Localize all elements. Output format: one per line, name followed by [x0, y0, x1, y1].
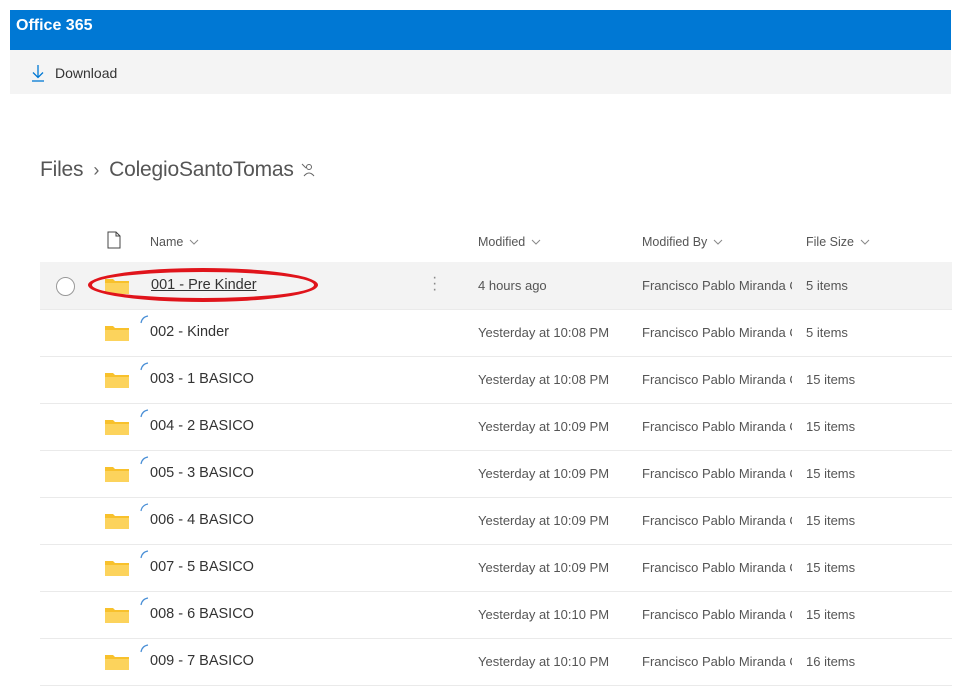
folder-name[interactable]: 001 - Pre Kinder	[151, 277, 257, 293]
new-item-icon	[140, 597, 149, 606]
table-row[interactable]: 002 - Kinder Yesterday at 10:08 PM Franc…	[40, 309, 952, 357]
modified-cell: Yesterday at 10:09 PM	[478, 560, 610, 575]
folder-icon	[105, 514, 129, 529]
file-size-cell: 5 items	[806, 278, 848, 293]
folder-name[interactable]: 008 - 6 BASICO	[150, 606, 254, 622]
more-options-icon[interactable]: · · ·	[432, 270, 440, 298]
table-row[interactable]: 008 - 6 BASICO Yesterday at 10:10 PM Fra…	[40, 591, 952, 639]
modified-by-cell: Francisco Pablo Miranda C	[642, 466, 792, 481]
modified-by-cell: Francisco Pablo Miranda C	[642, 419, 792, 434]
folder-name[interactable]: 009 - 7 BASICO	[150, 653, 254, 669]
file-size-cell: 16 items	[806, 654, 856, 669]
file-type-icon	[107, 231, 121, 249]
column-header-file-size[interactable]: File Size	[806, 235, 870, 249]
table-row[interactable]: 006 - 4 BASICO Yesterday at 10:09 PM Fra…	[40, 497, 952, 545]
modified-cell: 4 hours ago	[478, 278, 547, 293]
shared-icon	[301, 163, 315, 177]
modified-cell: Yesterday at 10:10 PM	[478, 654, 610, 669]
folder-icon	[105, 420, 129, 435]
column-header-modified[interactable]: Modified	[478, 235, 541, 249]
download-button[interactable]: Download	[30, 62, 117, 84]
column-header-name[interactable]: Name	[150, 235, 199, 249]
folder-name[interactable]: 003 - 1 BASICO	[150, 371, 254, 387]
download-icon	[32, 65, 44, 82]
folder-icon	[105, 326, 129, 341]
new-item-icon	[140, 315, 149, 324]
modified-cell: Yesterday at 10:10 PM	[478, 607, 610, 622]
modified-by-cell: Francisco Pablo Miranda C	[642, 325, 792, 340]
breadcrumb: Files › ColegioSantoTomas	[40, 158, 316, 182]
new-item-icon	[140, 456, 149, 465]
modified-by-cell: Francisco Pablo Miranda C	[642, 513, 792, 528]
folder-name[interactable]: 004 - 2 BASICO	[150, 418, 254, 434]
file-size-cell: 5 items	[806, 325, 848, 340]
folder-icon	[105, 467, 129, 482]
breadcrumb-current[interactable]: ColegioSantoTomas	[109, 158, 294, 182]
table-row[interactable]: 005 - 3 BASICO Yesterday at 10:09 PM Fra…	[40, 450, 952, 498]
folder-name[interactable]: 007 - 5 BASICO	[150, 559, 254, 575]
folder-name[interactable]: 002 - Kinder	[150, 324, 229, 340]
new-item-icon	[140, 644, 149, 653]
table-row[interactable]: 009 - 7 BASICO Yesterday at 10:10 PM Fra…	[40, 638, 952, 686]
folder-icon	[105, 373, 129, 388]
row-select-checkbox[interactable]	[56, 277, 75, 296]
file-size-cell: 15 items	[806, 466, 856, 481]
chevron-down-icon	[189, 239, 199, 245]
top-bar: Office 365	[10, 10, 951, 50]
modified-by-cell: Francisco Pablo Miranda C	[642, 278, 792, 293]
breadcrumb-files[interactable]: Files	[40, 158, 84, 182]
file-size-cell: 15 items	[806, 513, 856, 528]
file-size-cell: 15 items	[806, 607, 856, 622]
modified-cell: Yesterday at 10:09 PM	[478, 419, 610, 434]
new-item-icon	[140, 362, 149, 371]
list-header: Name Modified Modified By File Size	[40, 228, 952, 258]
folder-icon	[105, 279, 129, 294]
new-item-icon	[140, 409, 149, 418]
modified-cell: Yesterday at 10:09 PM	[478, 466, 610, 481]
file-size-cell: 15 items	[806, 419, 856, 434]
folder-icon	[105, 561, 129, 576]
chevron-down-icon	[713, 239, 723, 245]
folder-icon	[105, 655, 129, 670]
chevron-down-icon	[531, 239, 541, 245]
modified-by-cell: Francisco Pablo Miranda C	[642, 607, 792, 622]
modified-cell: Yesterday at 10:08 PM	[478, 325, 610, 340]
table-row[interactable]: 007 - 5 BASICO Yesterday at 10:09 PM Fra…	[40, 544, 952, 592]
column-header-modified-by[interactable]: Modified By	[642, 235, 723, 249]
modified-cell: Yesterday at 10:08 PM	[478, 372, 610, 387]
folder-name[interactable]: 005 - 3 BASICO	[150, 465, 254, 481]
table-row[interactable]: 001 - Pre Kinder · · · 4 hours ago Francis…	[40, 262, 952, 310]
modified-by-cell: Francisco Pablo Miranda C	[642, 654, 792, 669]
table-row[interactable]: 003 - 1 BASICO Yesterday at 10:08 PM Fra…	[40, 356, 952, 404]
modified-by-cell: Francisco Pablo Miranda C	[642, 372, 792, 387]
folder-name[interactable]: 006 - 4 BASICO	[150, 512, 254, 528]
app-title[interactable]: Office 365	[16, 17, 92, 35]
download-label: Download	[55, 65, 118, 81]
new-item-icon	[140, 503, 149, 512]
folder-icon	[105, 608, 129, 623]
modified-by-cell: Francisco Pablo Miranda C	[642, 560, 792, 575]
file-size-cell: 15 items	[806, 372, 856, 387]
new-item-icon	[140, 550, 149, 559]
chevron-right-icon: ›	[93, 159, 100, 180]
chevron-down-icon	[860, 239, 870, 245]
modified-cell: Yesterday at 10:09 PM	[478, 513, 610, 528]
table-row[interactable]: 004 - 2 BASICO Yesterday at 10:09 PM Fra…	[40, 403, 952, 451]
command-bar: Download	[10, 50, 951, 94]
file-size-cell: 15 items	[806, 560, 856, 575]
